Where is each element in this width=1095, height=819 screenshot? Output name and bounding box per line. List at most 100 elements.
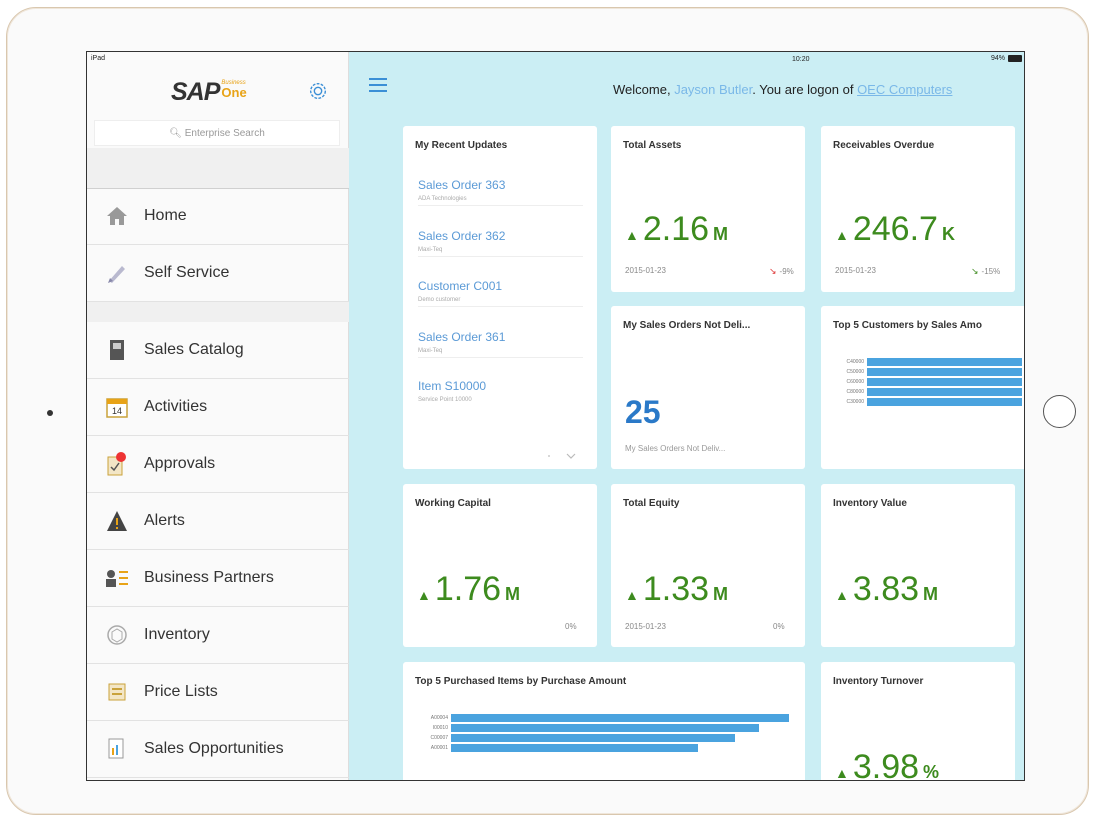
list-item[interactable]: Sales Order 361 Maxi-Teq (418, 330, 583, 358)
company-link[interactable]: OEC Computers (857, 82, 952, 97)
card-title: Inventory Value (833, 498, 907, 509)
sidebar-item-business-partners[interactable]: Business Partners (87, 550, 349, 607)
trend-down-icon: ↘ (769, 266, 777, 276)
item-subtitle: Service Point 10000 (418, 397, 472, 403)
chevron-down-icon[interactable] (543, 451, 583, 461)
search-input[interactable]: 🔍︎ Enterprise Search (94, 120, 340, 146)
unit: M (923, 584, 939, 604)
status-battery: 94% (991, 55, 1022, 62)
value: 246.7 (852, 210, 938, 248)
item-title: Sales Order 361 (418, 330, 506, 344)
sidebar-item-self-service[interactable]: Self Service (87, 245, 349, 302)
sidebar-item-inventory[interactable]: Inventory (87, 607, 349, 664)
value: 2.16 (642, 210, 710, 248)
kpi-value: ▲ 2.16 M (625, 210, 729, 248)
sidebar-item-price-lists[interactable]: Price Lists (87, 664, 349, 721)
card-title: Top 5 Purchased Items by Purchase Amount (415, 676, 627, 687)
receivables-card[interactable]: Receivables Overdue ▲ 246.7 K 2015-01-23 ↘… (821, 126, 1015, 292)
value: 3.83 (852, 570, 920, 608)
nav-spacer (87, 148, 349, 188)
orders-not-delivered-card[interactable]: My Sales Orders Not Deli... 25 My Sales … (611, 306, 805, 469)
top-customers-card[interactable]: Top 5 Customers by Sales Amo C40000 C5000… (821, 306, 1024, 469)
top-purchased-card[interactable]: Top 5 Purchased Items by Purchase Amount… (403, 662, 805, 780)
chart-row: C50000 (839, 368, 1024, 376)
item-title: Customer C001 (418, 279, 503, 293)
recent-updates-card[interactable]: My Recent Updates Sales Order 363 ADA Tec… (403, 126, 597, 469)
catalog-icon (104, 337, 130, 363)
chart-category-label: I00010 (432, 725, 448, 731)
gear-icon[interactable] (307, 80, 329, 102)
kpi-value: 25 (625, 394, 661, 430)
value: 3.98 (852, 748, 920, 781)
inventory-value-card[interactable]: Inventory Value ▲ 3.83 M (821, 484, 1015, 647)
unit: M (505, 584, 521, 604)
sidebar-item-activities[interactable]: 14 Activities (87, 379, 349, 436)
total-equity-card[interactable]: Total Equity ▲ 1.33 M 2015-01-23 0% (611, 484, 805, 647)
kpi-date: 2015-01-23 (835, 266, 876, 275)
list-item[interactable]: Item S10000 Service Point 10000 (418, 379, 583, 403)
sidebar-item-label: Alerts (144, 512, 185, 529)
chart-bar[interactable] (867, 398, 1022, 406)
sidebar-item-alerts[interactable]: Alerts (87, 493, 349, 550)
home-button[interactable] (1043, 395, 1076, 428)
chart-bar[interactable] (451, 714, 789, 722)
chart-bar[interactable] (867, 388, 1022, 396)
list-item[interactable]: Sales Order 362 Maxi-Teq (418, 229, 583, 257)
kpi-trend: 0% (773, 622, 785, 631)
kpi-value: ▲ 3.83 M (835, 570, 939, 608)
chart-row: A00001 (423, 744, 793, 752)
item-subtitle: Maxi-Teq (418, 348, 443, 354)
total-assets-card[interactable]: Total Assets ▲ 2.16 M 2015-01-23 ↘ -9% (611, 126, 805, 292)
list-item[interactable]: Sales Order 363 ADA Technologies (418, 178, 583, 206)
status-time: 10:20 (792, 56, 810, 63)
alert-icon (104, 508, 130, 534)
chart-row: C60000 (839, 378, 1024, 386)
chart-row: C40000 (839, 358, 1024, 366)
chart-category-label: C60000 (846, 379, 864, 385)
chart-row: I00010 (423, 724, 793, 732)
sidebar-item-home[interactable]: Home (87, 188, 349, 245)
welcome-text: Welcome, (613, 82, 671, 97)
inventory-turnover-card[interactable]: Inventory Turnover ▲ 3.98% (821, 662, 1015, 781)
battery-icon (1008, 55, 1022, 62)
logo-brand: SAP (171, 78, 220, 106)
welcome-banner: Welcome, Jayson Butler. You are logon of… (613, 82, 952, 97)
sidebar-item-label: Approvals (144, 455, 216, 472)
calendar-icon: 14 (104, 394, 130, 420)
ipad-screen: iPad SAP Business One 🔍︎ Enterprise Sear… (86, 51, 1025, 781)
working-capital-card[interactable]: Working Capital ▲ 1.76 M 0% (403, 484, 597, 647)
chart-row: C30000 (839, 398, 1024, 406)
chart-bar[interactable] (451, 724, 759, 732)
logo-sub2: One (221, 85, 247, 100)
chart-bar[interactable] (451, 734, 735, 742)
chart-bar[interactable] (867, 358, 1022, 366)
kpi-date: 2015-01-23 (625, 266, 666, 275)
chart-category-label: C80000 (846, 389, 864, 395)
home-icon (104, 203, 130, 229)
user-name[interactable]: Jayson Butler (674, 82, 752, 97)
self-service-icon (104, 260, 130, 286)
chart-bar[interactable] (451, 744, 698, 752)
unit: % (923, 762, 940, 781)
chart-category-label: C40000 (846, 359, 864, 365)
sidebar-item-sales-opportunities[interactable]: Sales Opportunities (87, 721, 349, 778)
kpi-trend: ↘ -15% (971, 266, 1000, 277)
sidebar-item-label: Inventory (144, 626, 210, 643)
search-icon: 🔍︎ (169, 128, 185, 139)
kpi-caption: My Sales Orders Not Deliv... (625, 444, 726, 453)
chart-bar[interactable] (867, 378, 1022, 386)
list-item[interactable]: Customer C001 Demo customer (418, 279, 583, 307)
sidebar-item-sales-catalog[interactable]: Sales Catalog (87, 322, 349, 379)
card-title: My Recent Updates (415, 140, 508, 151)
sidebar-item-approvals[interactable]: Approvals (87, 436, 349, 493)
sidebar: iPad SAP Business One 🔍︎ Enterprise Sear… (87, 52, 349, 780)
item-subtitle: Maxi-Teq (418, 247, 443, 253)
chart-bar[interactable] (867, 368, 1022, 376)
logon-text: . You are logon of (752, 82, 854, 97)
chart-category-label: C30000 (846, 399, 864, 405)
kpi-trend: ↘ -9% (769, 266, 794, 277)
menu-icon[interactable] (369, 78, 387, 92)
item-subtitle: ADA Technologies (418, 196, 467, 202)
card-title: Total Equity (623, 498, 680, 509)
sidebar-item-label: Sales Catalog (144, 341, 244, 358)
